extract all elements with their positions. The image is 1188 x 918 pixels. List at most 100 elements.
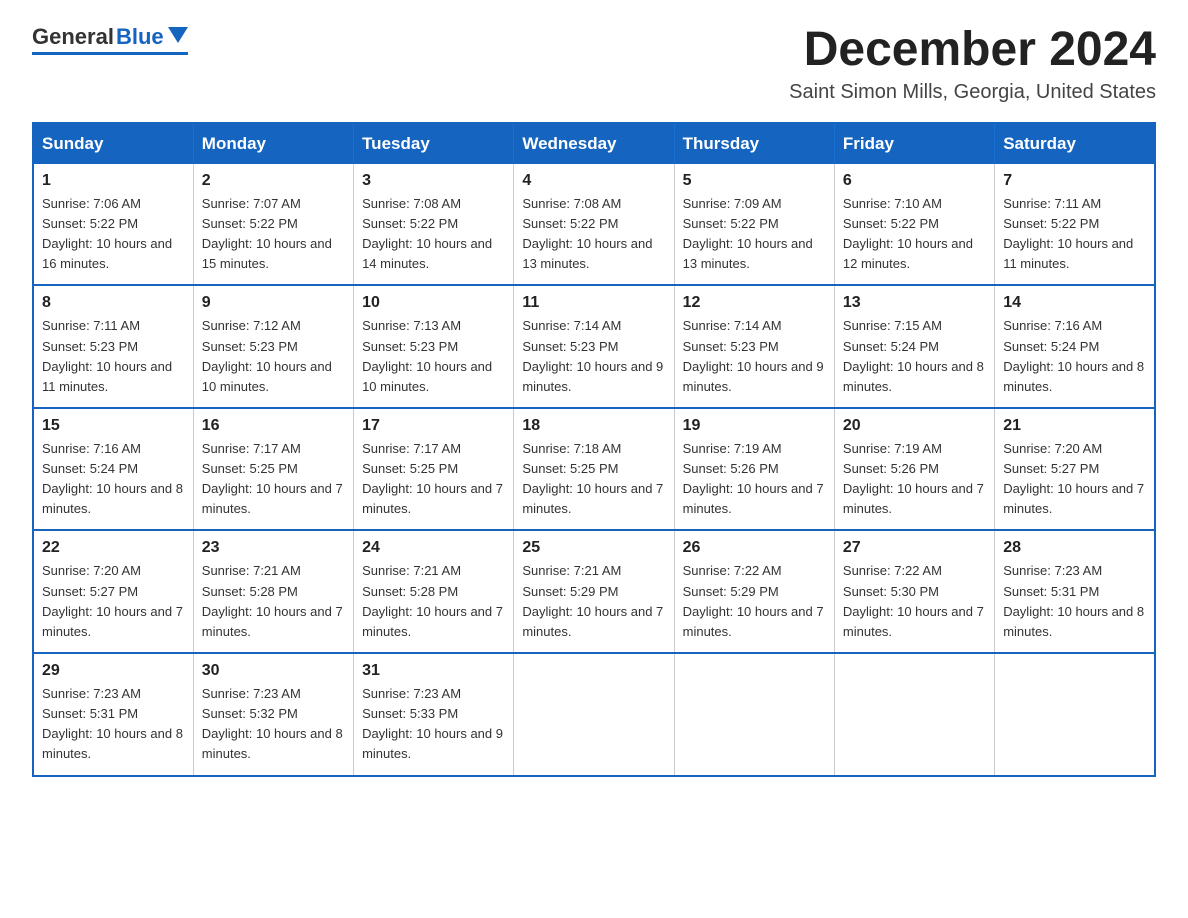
day-number: 6	[843, 172, 986, 190]
calendar-cell: 20Sunrise: 7:19 AMSunset: 5:26 PMDayligh…	[834, 408, 994, 531]
page-header: GeneralBlue December 2024 Saint Simon Mi…	[32, 24, 1156, 104]
calendar-cell: 27 Sunrise: 7:22 AMSunset: 5:30 PMDayligh…	[834, 530, 994, 653]
day-info: Sunrise: 7:06 AMSunset: 5:22 PMDaylight:…	[42, 194, 185, 275]
day-info: Sunrise: 7:22 AMSunset: 5:29 PMDaylight:…	[683, 561, 826, 642]
day-info: Sunrise: 7:21 AMSunset: 5:28 PMDaylight:…	[362, 561, 505, 642]
calendar-cell: 18 Sunrise: 7:18 AMSunset: 5:25 PMDayligh…	[514, 408, 674, 531]
week-row-3: 15 Sunrise: 7:16 AMSunset: 5:24 PMDayligh…	[33, 408, 1155, 531]
day-info: Sunrise: 7:23 AMSunset: 5:31 PMDaylight:…	[42, 684, 185, 765]
day-number: 8	[42, 294, 185, 312]
day-info: Sunrise: 7:15 AMSunset: 5:24 PMDaylight:…	[843, 316, 986, 397]
calendar-cell: 25 Sunrise: 7:21 AMSunset: 5:29 PMDayligh…	[514, 530, 674, 653]
day-number: 7	[1003, 172, 1146, 190]
weekday-header-sunday: Sunday	[33, 123, 193, 164]
day-info: Sunrise: 7:12 AMSunset: 5:23 PMDaylight:…	[202, 316, 345, 397]
calendar-cell: 9 Sunrise: 7:12 AMSunset: 5:23 PMDaylight…	[193, 285, 353, 408]
calendar-cell	[834, 653, 994, 776]
calendar-cell: 1Sunrise: 7:06 AMSunset: 5:22 PMDaylight…	[33, 164, 193, 286]
calendar-cell: 26 Sunrise: 7:22 AMSunset: 5:29 PMDayligh…	[674, 530, 834, 653]
calendar-cell: 7 Sunrise: 7:11 AMSunset: 5:22 PMDaylight…	[995, 164, 1155, 286]
calendar-cell: 23Sunrise: 7:21 AMSunset: 5:28 PMDayligh…	[193, 530, 353, 653]
weekday-header-monday: Monday	[193, 123, 353, 164]
day-number: 16	[202, 417, 345, 435]
calendar-cell: 29 Sunrise: 7:23 AMSunset: 5:31 PMDayligh…	[33, 653, 193, 776]
calendar-table: SundayMondayTuesdayWednesdayThursdayFrid…	[32, 122, 1156, 777]
day-number: 11	[522, 294, 665, 312]
weekday-header-friday: Friday	[834, 123, 994, 164]
day-info: Sunrise: 7:14 AMSunset: 5:23 PMDaylight:…	[683, 316, 826, 397]
day-info: Sunrise: 7:11 AMSunset: 5:22 PMDaylight:…	[1003, 194, 1146, 275]
week-row-2: 8Sunrise: 7:11 AMSunset: 5:23 PMDaylight…	[33, 285, 1155, 408]
day-info: Sunrise: 7:16 AMSunset: 5:24 PMDaylight:…	[1003, 316, 1146, 397]
day-number: 2	[202, 172, 345, 190]
day-number: 19	[683, 417, 826, 435]
week-row-1: 1Sunrise: 7:06 AMSunset: 5:22 PMDaylight…	[33, 164, 1155, 286]
calendar-cell: 6 Sunrise: 7:10 AMSunset: 5:22 PMDaylight…	[834, 164, 994, 286]
day-info: Sunrise: 7:23 AMSunset: 5:33 PMDaylight:…	[362, 684, 505, 765]
day-number: 26	[683, 539, 826, 557]
month-title: December 2024	[789, 24, 1156, 77]
day-number: 24	[362, 539, 505, 557]
day-info: Sunrise: 7:23 AMSunset: 5:31 PMDaylight:…	[1003, 561, 1146, 642]
calendar-cell: 24 Sunrise: 7:21 AMSunset: 5:28 PMDayligh…	[354, 530, 514, 653]
day-number: 5	[683, 172, 826, 190]
calendar-cell: 8Sunrise: 7:11 AMSunset: 5:23 PMDaylight…	[33, 285, 193, 408]
calendar-cell: 14Sunrise: 7:16 AMSunset: 5:24 PMDayligh…	[995, 285, 1155, 408]
day-info: Sunrise: 7:19 AMSunset: 5:26 PMDaylight:…	[683, 439, 826, 520]
logo-underline	[32, 52, 188, 55]
day-number: 17	[362, 417, 505, 435]
day-number: 27	[843, 539, 986, 557]
day-info: Sunrise: 7:08 AMSunset: 5:22 PMDaylight:…	[522, 194, 665, 275]
calendar-cell	[674, 653, 834, 776]
day-number: 28	[1003, 539, 1146, 557]
calendar-cell: 30 Sunrise: 7:23 AMSunset: 5:32 PMDayligh…	[193, 653, 353, 776]
calendar-cell: 22 Sunrise: 7:20 AMSunset: 5:27 PMDayligh…	[33, 530, 193, 653]
day-info: Sunrise: 7:16 AMSunset: 5:24 PMDaylight:…	[42, 439, 185, 520]
logo-general: General	[32, 24, 114, 50]
logo-triangle-icon	[168, 27, 188, 43]
day-info: Sunrise: 7:10 AMSunset: 5:22 PMDaylight:…	[843, 194, 986, 275]
weekday-header-tuesday: Tuesday	[354, 123, 514, 164]
weekday-header-saturday: Saturday	[995, 123, 1155, 164]
week-row-4: 22 Sunrise: 7:20 AMSunset: 5:27 PMDayligh…	[33, 530, 1155, 653]
calendar-cell: 31Sunrise: 7:23 AMSunset: 5:33 PMDayligh…	[354, 653, 514, 776]
day-number: 20	[843, 417, 986, 435]
calendar-cell: 28 Sunrise: 7:23 AMSunset: 5:31 PMDayligh…	[995, 530, 1155, 653]
calendar-cell: 11 Sunrise: 7:14 AMSunset: 5:23 PMDayligh…	[514, 285, 674, 408]
day-info: Sunrise: 7:22 AMSunset: 5:30 PMDaylight:…	[843, 561, 986, 642]
day-number: 29	[42, 662, 185, 680]
logo-text: GeneralBlue	[32, 24, 188, 50]
day-number: 15	[42, 417, 185, 435]
day-info: Sunrise: 7:14 AMSunset: 5:23 PMDaylight:…	[522, 316, 665, 397]
day-info: Sunrise: 7:21 AMSunset: 5:29 PMDaylight:…	[522, 561, 665, 642]
weekday-header-wednesday: Wednesday	[514, 123, 674, 164]
calendar-cell	[995, 653, 1155, 776]
day-number: 10	[362, 294, 505, 312]
day-number: 9	[202, 294, 345, 312]
day-info: Sunrise: 7:18 AMSunset: 5:25 PMDaylight:…	[522, 439, 665, 520]
calendar-cell: 21Sunrise: 7:20 AMSunset: 5:27 PMDayligh…	[995, 408, 1155, 531]
title-area: December 2024 Saint Simon Mills, Georgia…	[789, 24, 1156, 104]
calendar-cell: 2 Sunrise: 7:07 AMSunset: 5:22 PMDaylight…	[193, 164, 353, 286]
day-number: 25	[522, 539, 665, 557]
day-info: Sunrise: 7:20 AMSunset: 5:27 PMDaylight:…	[42, 561, 185, 642]
day-info: Sunrise: 7:09 AMSunset: 5:22 PMDaylight:…	[683, 194, 826, 275]
day-info: Sunrise: 7:23 AMSunset: 5:32 PMDaylight:…	[202, 684, 345, 765]
day-info: Sunrise: 7:08 AMSunset: 5:22 PMDaylight:…	[362, 194, 505, 275]
day-info: Sunrise: 7:13 AMSunset: 5:23 PMDaylight:…	[362, 316, 505, 397]
location-title: Saint Simon Mills, Georgia, United State…	[789, 81, 1156, 104]
day-info: Sunrise: 7:07 AMSunset: 5:22 PMDaylight:…	[202, 194, 345, 275]
day-number: 21	[1003, 417, 1146, 435]
day-number: 30	[202, 662, 345, 680]
day-number: 18	[522, 417, 665, 435]
logo-blue-text: Blue	[116, 24, 164, 50]
day-number: 13	[843, 294, 986, 312]
day-number: 4	[522, 172, 665, 190]
week-row-5: 29 Sunrise: 7:23 AMSunset: 5:31 PMDayligh…	[33, 653, 1155, 776]
day-info: Sunrise: 7:17 AMSunset: 5:25 PMDaylight:…	[202, 439, 345, 520]
calendar-cell: 13 Sunrise: 7:15 AMSunset: 5:24 PMDayligh…	[834, 285, 994, 408]
calendar-cell: 19 Sunrise: 7:19 AMSunset: 5:26 PMDayligh…	[674, 408, 834, 531]
day-number: 3	[362, 172, 505, 190]
day-number: 22	[42, 539, 185, 557]
calendar-cell: 16 Sunrise: 7:17 AMSunset: 5:25 PMDayligh…	[193, 408, 353, 531]
